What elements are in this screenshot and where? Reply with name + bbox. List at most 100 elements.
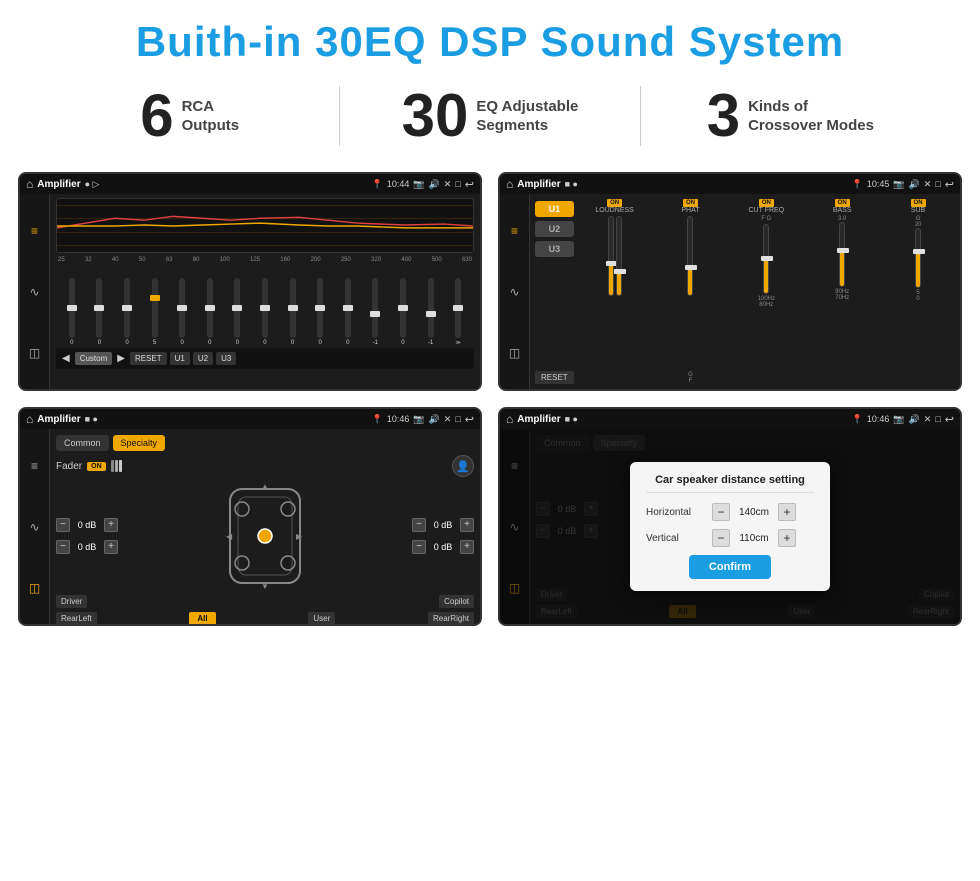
loudness-on: ON [607, 199, 622, 207]
u2-btn-1[interactable]: U2 [193, 352, 213, 365]
db-minus-3[interactable]: − [412, 518, 426, 532]
home-icon-4[interactable]: ⌂ [506, 412, 513, 426]
stat-crossover: 3 Kinds ofCrossover Modes [661, 86, 920, 146]
u1-btn-crossover[interactable]: U1 [535, 201, 574, 217]
volume-icon-2: 🔊 [909, 179, 920, 190]
prev-icon[interactable]: ◀ [62, 353, 70, 364]
eq-slider-11[interactable]: 0 [334, 278, 362, 346]
cutfreq-slider[interactable] [763, 224, 769, 294]
reset-btn-crossover[interactable]: RESET [535, 371, 574, 384]
custom-btn[interactable]: Custom [75, 352, 113, 365]
wave-sidebar-icon-3[interactable]: ∿ [29, 520, 39, 534]
eq-slider-6[interactable]: 0 [196, 278, 224, 346]
window-icon-4: □ [935, 414, 940, 424]
speaker-sidebar-icon-2[interactable]: ◫ [509, 346, 520, 360]
confirm-button[interactable]: Confirm [689, 555, 771, 579]
loudness-slider-2[interactable] [616, 216, 622, 296]
fader-labels-row2: RearLeft All User RearRight [56, 612, 474, 625]
status-bar-3: ⌂ Amplifier ■ ● 📍 10:46 📷 🔊 ✕ □ ↩ [20, 409, 480, 429]
screen-fader: ⌂ Amplifier ■ ● 📍 10:46 📷 🔊 ✕ □ ↩ ≡ ∿ ◫ … [18, 407, 482, 626]
home-icon-2[interactable]: ⌂ [506, 177, 513, 191]
db-row-1: − 0 dB + [56, 518, 118, 532]
time-4: 10:46 [867, 414, 890, 424]
eq-slider-10[interactable]: 0 [306, 278, 334, 346]
u3-btn-crossover[interactable]: U3 [535, 241, 574, 257]
eq-slider-7[interactable]: 0 [224, 278, 252, 346]
eq-sidebar-icon-2[interactable]: ≡ [511, 224, 518, 238]
eq-sidebar-icon-3[interactable]: ≡ [31, 459, 38, 473]
fader-on-badge: ON [87, 462, 106, 471]
eq-slider-4[interactable]: 5 [141, 278, 169, 346]
eq-sidebar-icon[interactable]: ≡ [31, 224, 38, 238]
speaker-sidebar-icon-3[interactable]: ◫ [29, 581, 40, 595]
home-icon-3[interactable]: ⌂ [26, 412, 33, 426]
u3-btn-1[interactable]: U3 [216, 352, 236, 365]
db-plus-4[interactable]: + [460, 540, 474, 554]
sub-slider[interactable] [915, 228, 921, 288]
vertical-plus[interactable]: + [778, 529, 796, 547]
distance-dialog: Car speaker distance setting Horizontal … [630, 462, 830, 591]
db-plus-3[interactable]: + [460, 518, 474, 532]
sidebar-1: ≡ ∿ ◫ [20, 194, 50, 389]
crossover-number: 3 [707, 86, 740, 146]
modal-overlay: Car speaker distance setting Horizontal … [500, 429, 960, 624]
all-button[interactable]: All [189, 612, 215, 625]
common-tab[interactable]: Common [56, 435, 109, 451]
modal-title: Car speaker distance setting [646, 474, 814, 493]
db-plus-2[interactable]: + [104, 540, 118, 554]
back-icon-2[interactable]: ↩ [945, 178, 954, 191]
horizontal-plus[interactable]: + [778, 503, 796, 521]
eq-slider-1[interactable]: 0 [58, 278, 86, 346]
wave-sidebar-icon[interactable]: ∿ [29, 285, 39, 299]
vertical-row: Vertical − 110cm + [646, 529, 814, 547]
db-minus-2[interactable]: − [56, 540, 70, 554]
db-minus-4[interactable]: − [412, 540, 426, 554]
wave-sidebar-icon-2[interactable]: ∿ [509, 285, 519, 299]
user-btn-3[interactable]: User [308, 612, 335, 625]
eq-slider-15[interactable]: ≫ [444, 278, 472, 346]
dots-4: ■ ● [565, 414, 578, 424]
eq-slider-9[interactable]: 0 [279, 278, 307, 346]
rearright-label: RearRight [428, 612, 474, 625]
close-icon-1: ✕ [444, 179, 452, 190]
volume-icon-1: 🔊 [429, 179, 440, 190]
eq-slider-13[interactable]: 0 [389, 278, 417, 346]
profile-icon[interactable]: 👤 [452, 455, 474, 477]
dots-3: ■ ● [85, 414, 98, 424]
rearleft-label: RearLeft [56, 612, 97, 625]
camera-icon-1: 📷 [413, 179, 424, 190]
divider-2 [640, 86, 641, 146]
db-minus-1[interactable]: − [56, 518, 70, 532]
stat-eq: 30 EQ AdjustableSegments [360, 86, 619, 146]
next-icon[interactable]: ▶ [117, 353, 125, 364]
window-icon-3: □ [455, 414, 460, 424]
eq-slider-5[interactable]: 0 [168, 278, 196, 346]
back-icon-3[interactable]: ↩ [465, 413, 474, 426]
reset-btn-1[interactable]: RESET [130, 352, 167, 365]
eq-slider-12[interactable]: -1 [362, 278, 390, 346]
u1-btn-1[interactable]: U1 [170, 352, 190, 365]
page-title: Buith-in 30EQ DSP Sound System [0, 0, 980, 76]
eq-slider-8[interactable]: 0 [251, 278, 279, 346]
cutfreq-label: CUT FREQ [748, 207, 784, 214]
speaker-sidebar-icon[interactable]: ◫ [29, 346, 40, 360]
loudness-slider-1[interactable] [608, 216, 614, 296]
camera-icon-3: 📷 [413, 414, 424, 425]
svg-text:▲: ▲ [261, 482, 269, 491]
stats-row: 6 RCAOutputs 30 EQ AdjustableSegments 3 … [0, 76, 980, 164]
horizontal-minus[interactable]: − [712, 503, 730, 521]
sidebar-3: ≡ ∿ ◫ [20, 429, 50, 624]
home-icon-1[interactable]: ⌂ [26, 177, 33, 191]
back-icon-4[interactable]: ↩ [945, 413, 954, 426]
vertical-minus[interactable]: − [712, 529, 730, 547]
eq-slider-14[interactable]: -1 [417, 278, 445, 346]
phat-slider[interactable] [687, 216, 693, 296]
u2-btn-crossover[interactable]: U2 [535, 221, 574, 237]
specialty-tab[interactable]: Specialty [113, 435, 166, 451]
freq-labels: 2532 4050 6380 100125 160200 250320 4005… [56, 257, 474, 263]
eq-slider-2[interactable]: 0 [86, 278, 114, 346]
back-icon-1[interactable]: ↩ [465, 178, 474, 191]
eq-slider-3[interactable]: 0 [113, 278, 141, 346]
db-plus-1[interactable]: + [104, 518, 118, 532]
bass-slider[interactable] [839, 222, 845, 287]
